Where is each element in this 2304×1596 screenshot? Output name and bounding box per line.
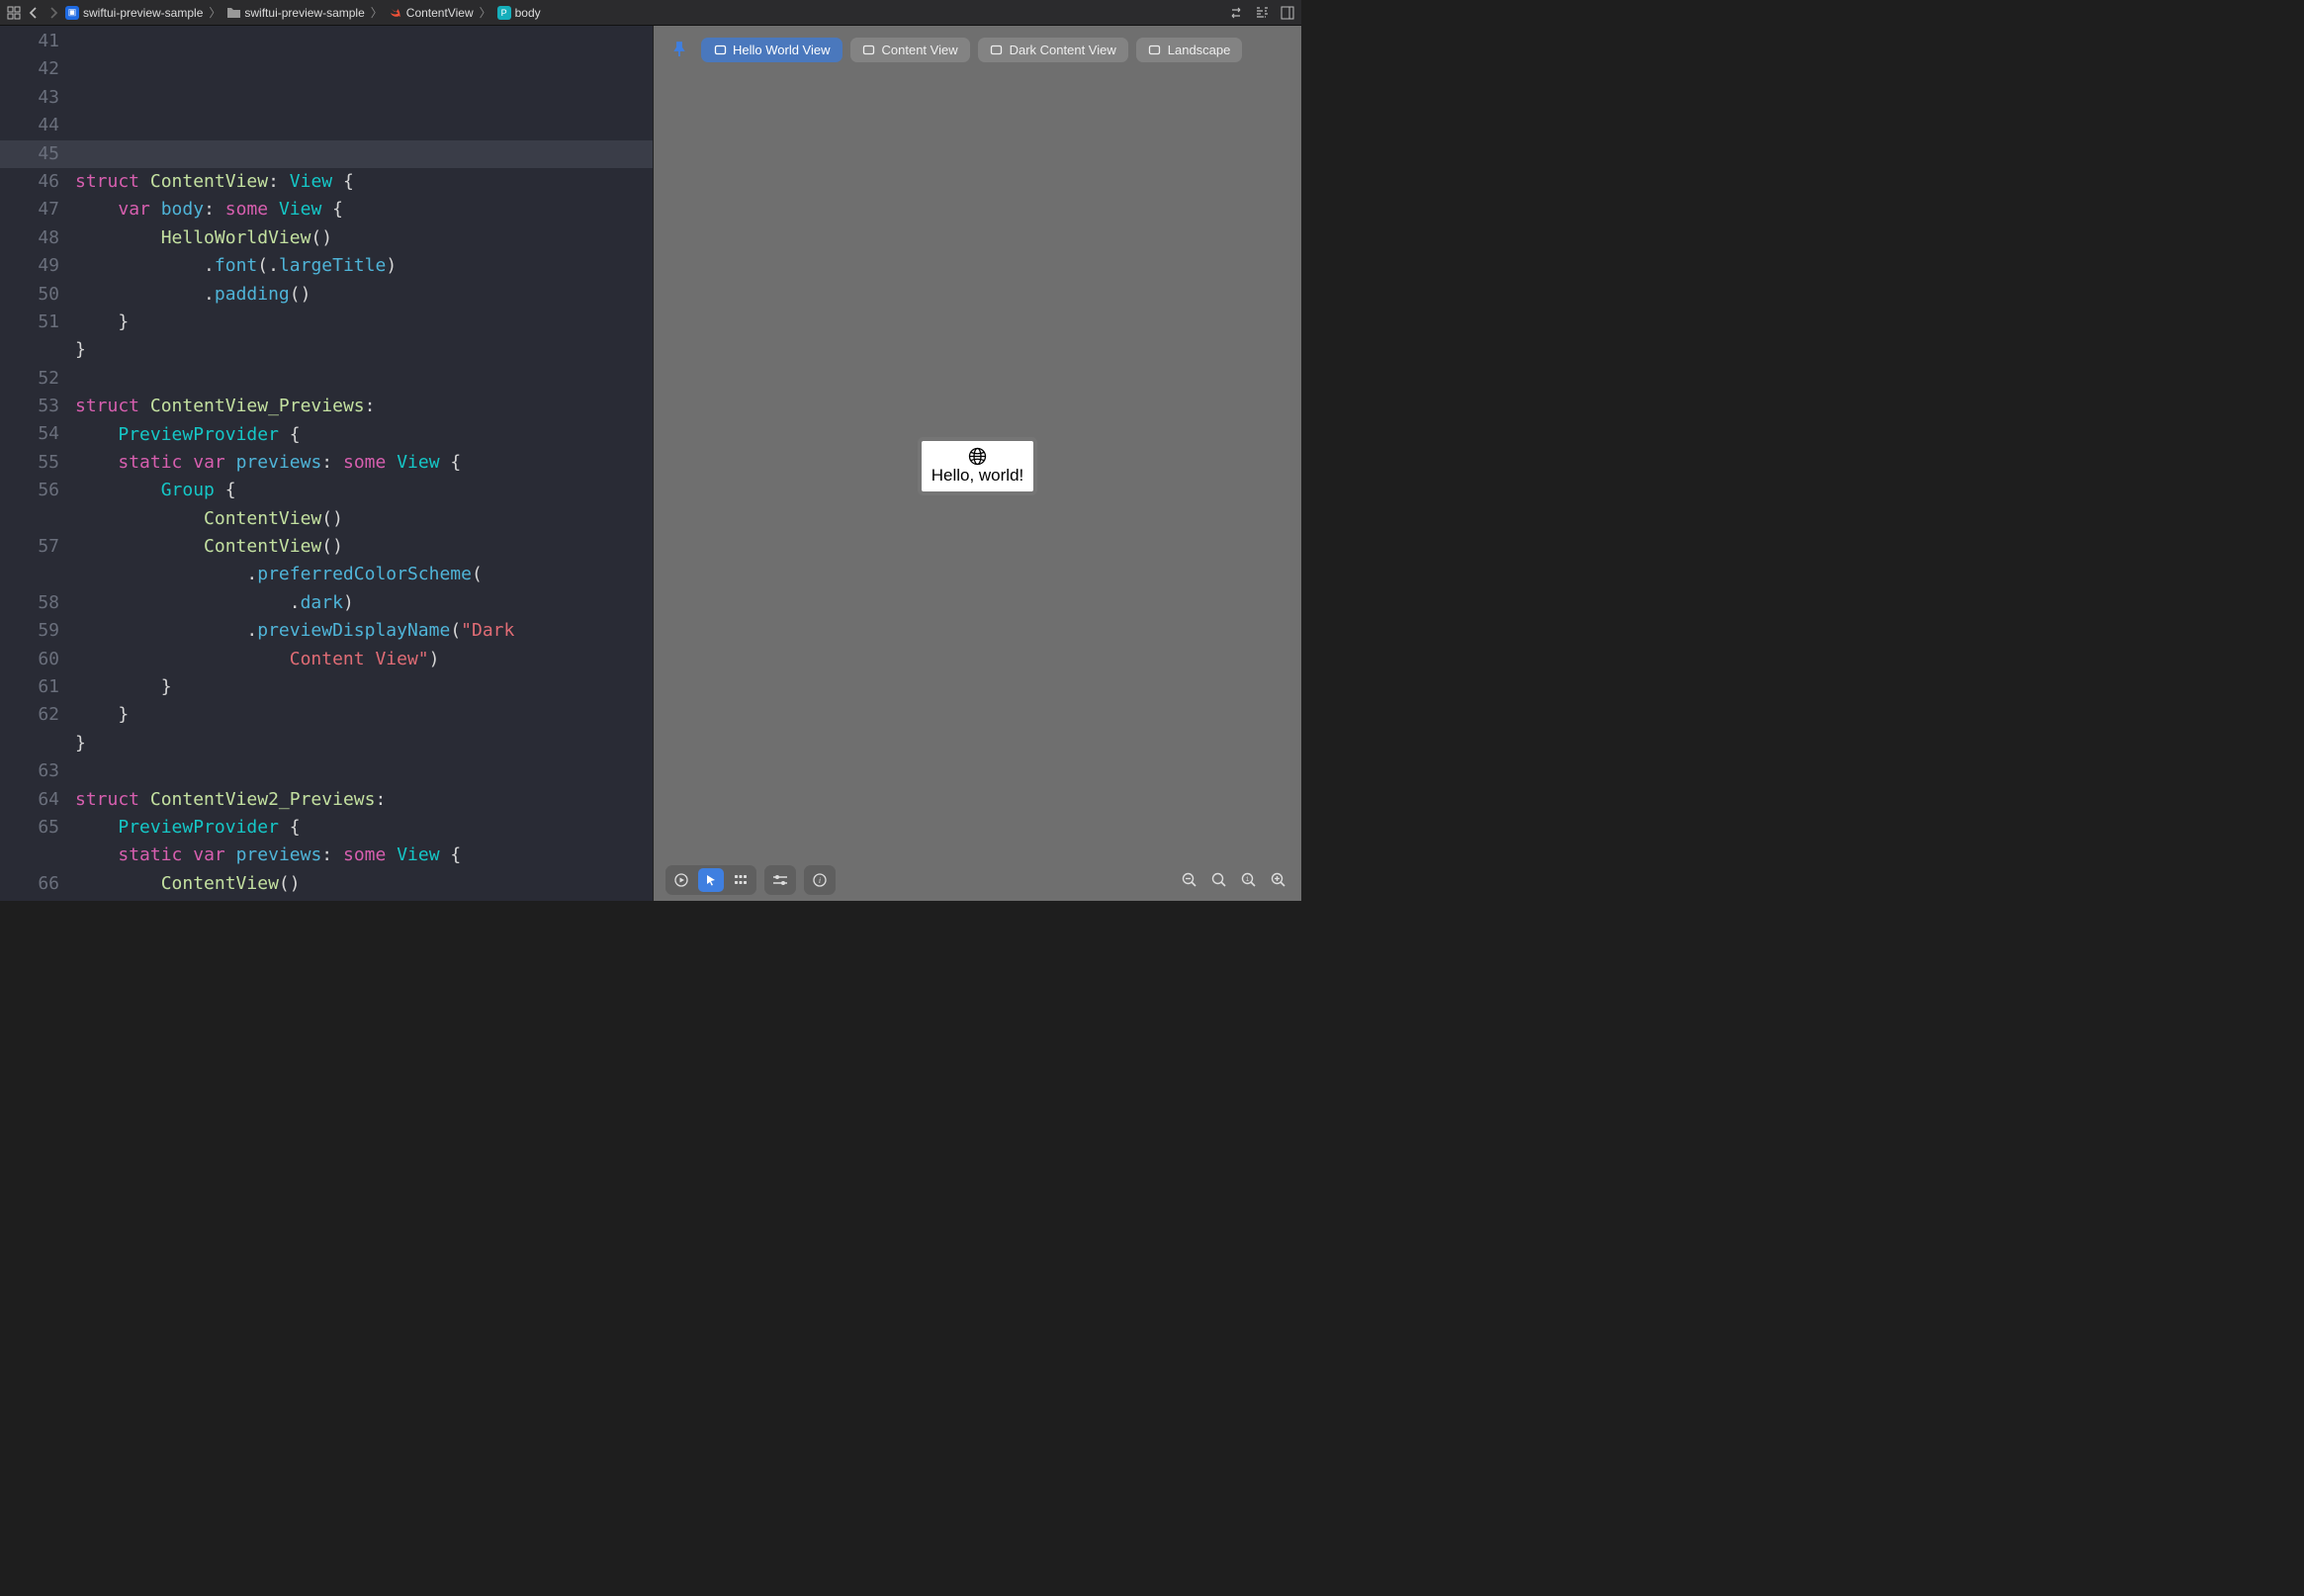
preview-tab-icon bbox=[990, 43, 1004, 56]
related-items-icon[interactable] bbox=[6, 5, 22, 21]
preview-tab[interactable]: Hello World View bbox=[701, 38, 842, 62]
zoom-out-button[interactable] bbox=[1179, 869, 1200, 891]
breadcrumb-label: ContentView bbox=[406, 6, 474, 20]
live-preview-button[interactable] bbox=[668, 868, 694, 892]
minimap-icon[interactable] bbox=[1254, 5, 1270, 21]
preview-tab-icon bbox=[713, 43, 727, 56]
breadcrumb-label: swiftui-preview-sample bbox=[83, 6, 203, 20]
preview-tab[interactable]: Content View bbox=[850, 38, 970, 62]
preview-mode-group bbox=[665, 865, 756, 895]
preview-on-device-button[interactable]: i bbox=[804, 865, 836, 895]
chevron-right-icon: 〉 bbox=[209, 4, 221, 21]
adjust-editor-icon[interactable] bbox=[1280, 5, 1295, 21]
preview-tab-icon bbox=[862, 43, 876, 56]
nav-back-icon[interactable] bbox=[26, 5, 42, 21]
preview-text: Hello, world! bbox=[931, 466, 1024, 486]
variants-button[interactable] bbox=[728, 868, 753, 892]
breadcrumb-item[interactable]: ContentView bbox=[389, 6, 474, 20]
preview-tab-label: Content View bbox=[882, 43, 958, 57]
code-area[interactable]: struct ContentView: View { var body: som… bbox=[69, 26, 653, 901]
breadcrumb-label: swiftui-preview-sample bbox=[244, 6, 364, 20]
zoom-controls: 1 bbox=[1179, 869, 1289, 891]
zoom-fit-button[interactable] bbox=[1208, 869, 1230, 891]
zoom-actual-button[interactable]: 1 bbox=[1238, 869, 1260, 891]
zoom-in-button[interactable] bbox=[1268, 869, 1289, 891]
breadcrumb-toolbar: ▣ swiftui-preview-sample 〉 swiftui-previ… bbox=[0, 0, 1301, 26]
nav-forward-icon[interactable] bbox=[45, 5, 61, 21]
folder-icon bbox=[226, 6, 240, 20]
pin-button[interactable] bbox=[665, 36, 693, 63]
breadcrumb-item[interactable]: P body bbox=[497, 6, 541, 20]
chevron-right-icon: 〉 bbox=[371, 4, 383, 21]
code-editor[interactable]: 4142434445464748495051525354555657585960… bbox=[0, 26, 653, 901]
preview-tabs: Hello World View Content View Dark Content… bbox=[654, 26, 1301, 73]
selectable-preview-button[interactable] bbox=[698, 868, 724, 892]
preview-content-card[interactable]: Hello, world! bbox=[922, 441, 1034, 491]
project-icon: ▣ bbox=[65, 6, 79, 20]
sync-icon[interactable] bbox=[1228, 5, 1244, 21]
preview-tab-label: Hello World View bbox=[733, 43, 831, 57]
preview-tab-label: Dark Content View bbox=[1010, 43, 1116, 57]
property-icon: P bbox=[497, 6, 511, 20]
preview-bottom-toolbar: i 1 bbox=[654, 859, 1301, 901]
svg-text:i: i bbox=[819, 876, 821, 885]
swift-file-icon bbox=[389, 6, 402, 20]
breadcrumb-item[interactable]: ▣ swiftui-preview-sample bbox=[65, 6, 203, 20]
preview-tab-label: Landscape bbox=[1168, 43, 1231, 57]
preview-tab[interactable]: Dark Content View bbox=[978, 38, 1128, 62]
svg-text:1: 1 bbox=[1246, 877, 1250, 883]
preview-tab[interactable]: Landscape bbox=[1136, 38, 1243, 62]
line-gutter: 4142434445464748495051525354555657585960… bbox=[0, 26, 69, 901]
globe-icon bbox=[931, 447, 1024, 466]
breadcrumb-label: body bbox=[515, 6, 541, 20]
breadcrumb-item[interactable]: swiftui-preview-sample bbox=[226, 6, 364, 20]
device-settings-button[interactable] bbox=[764, 865, 796, 895]
preview-canvas[interactable]: Hello, world! bbox=[654, 73, 1301, 859]
preview-tab-icon bbox=[1148, 43, 1162, 56]
chevron-right-icon: 〉 bbox=[480, 4, 491, 21]
preview-panel: Hello World View Content View Dark Content… bbox=[653, 26, 1301, 901]
